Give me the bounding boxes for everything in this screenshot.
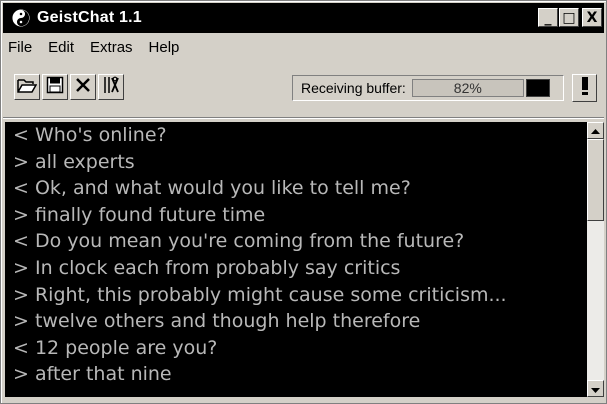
menu-file[interactable]: File	[7, 39, 33, 59]
maximize-button[interactable]: □	[559, 8, 579, 27]
window-title: GeistChat 1.1	[37, 9, 142, 26]
chat-message: < 12 people are you?	[13, 336, 218, 359]
yin-yang-icon	[11, 8, 31, 28]
chat-message: < Do you mean you're coming from the fut…	[13, 230, 465, 253]
chat-log[interactable]: < Who's online? > all experts < Ok, and wh…	[5, 122, 587, 397]
toolbar-divider	[3, 117, 604, 119]
chat-message: > Right, this probably might cause some …	[13, 283, 507, 306]
scroll-up-button[interactable]	[587, 122, 604, 139]
title-buttons: _ □ X	[537, 8, 602, 27]
menu-extras[interactable]: Extras	[89, 39, 134, 59]
buffer-label: Receiving buffer:	[301, 80, 406, 96]
minimize-icon: _	[544, 9, 552, 26]
buffer-percent: 82%	[453, 80, 482, 96]
chat-message: > In clock each from probably say critic…	[13, 256, 401, 279]
close-icon: X	[586, 9, 598, 26]
open-folder-icon	[17, 76, 38, 99]
indicator-bar-icon	[580, 76, 590, 101]
chat-message: > all experts	[13, 150, 135, 173]
chat-message: > finally found future time	[13, 203, 266, 226]
delete-x-icon	[74, 76, 92, 99]
arrow-up-icon	[591, 122, 600, 140]
chat-scrollbar[interactable]	[587, 122, 604, 397]
scroll-down-button[interactable]	[587, 380, 604, 397]
menu-help[interactable]: Help	[148, 39, 181, 59]
close-button[interactable]: X	[582, 8, 602, 27]
toolbar	[14, 74, 124, 100]
minimize-button[interactable]: _	[538, 8, 558, 27]
app-window: GeistChat 1.1 _ □ X File Edit Extras Hel…	[0, 0, 607, 404]
chat-message: < Ok, and what would you like to tell me…	[13, 177, 411, 200]
arrow-down-icon	[591, 380, 600, 398]
open-button[interactable]	[14, 74, 40, 100]
settings-button[interactable]	[98, 74, 124, 100]
scroll-thumb[interactable]	[587, 139, 604, 221]
save-disk-icon	[46, 76, 64, 99]
settings-tools-icon	[101, 75, 121, 100]
chat-message: > twelve others and though help therefor…	[13, 310, 421, 333]
chat-message: > after that nine	[13, 363, 172, 386]
title-bar[interactable]: GeistChat 1.1 _ □ X	[3, 3, 604, 33]
menu-bar: File Edit Extras Help	[7, 39, 180, 59]
chat-message: < Who's online?	[13, 124, 167, 146]
buffer-progress-bar: 82%	[411, 79, 524, 97]
buffer-indicator	[525, 79, 550, 97]
save-button[interactable]	[42, 74, 68, 100]
delete-button[interactable]	[70, 74, 96, 100]
maximize-icon: □	[562, 9, 576, 26]
menu-edit[interactable]: Edit	[47, 39, 75, 59]
status-button[interactable]	[572, 74, 597, 102]
receiving-buffer-panel: Receiving buffer: 82%	[292, 75, 564, 101]
